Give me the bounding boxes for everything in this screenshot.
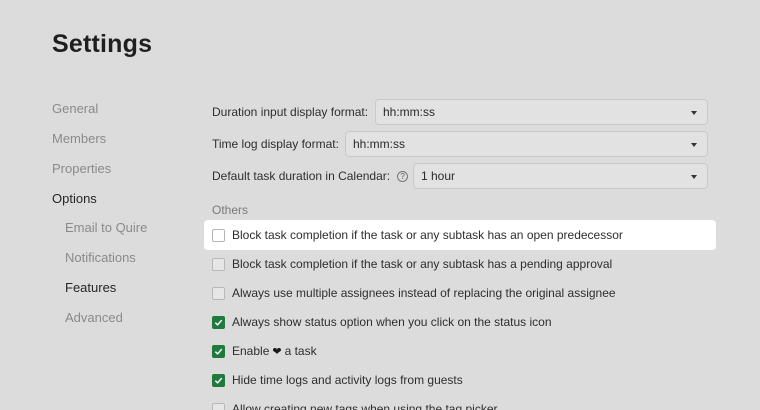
option-label-after: a task <box>284 344 317 358</box>
sidebar-item-email-to-quire[interactable]: Email to Quire <box>65 220 147 235</box>
sidebar-item-properties[interactable]: Properties <box>52 161 111 176</box>
checkbox-checked[interactable] <box>212 373 225 387</box>
others-section-label: Others <box>212 203 249 217</box>
option-label-before: Enable <box>232 344 270 358</box>
chevron-down-icon <box>691 143 697 147</box>
checkbox[interactable] <box>212 402 225 410</box>
option-label: Hide time logs and activity logs from gu… <box>232 373 463 387</box>
sidebar-item-options[interactable]: Options <box>52 191 97 206</box>
option-label: Always use multiple assignees instead of… <box>232 286 616 300</box>
default-duration-label: Default task duration in Calendar: <box>212 169 391 183</box>
checkmark-icon <box>214 348 223 355</box>
default-duration-value: 1 hour <box>421 169 456 183</box>
duration-format-label: Duration input display format: <box>212 105 369 119</box>
checkmark-icon <box>214 377 223 384</box>
checkbox[interactable] <box>212 257 225 271</box>
option-hide-time-logs[interactable]: Hide time logs and activity logs from gu… <box>204 365 716 395</box>
default-duration-row: Default task duration in Calendar: ? <box>212 163 409 189</box>
checkbox[interactable] <box>212 228 225 242</box>
duration-format-value: hh:mm:ss <box>383 105 436 119</box>
option-block-pending-approval[interactable]: Block task completion if the task or any… <box>204 249 716 279</box>
sidebar-item-general[interactable]: General <box>52 101 98 116</box>
help-icon[interactable]: ? <box>397 170 409 182</box>
checkbox-checked[interactable] <box>212 315 225 329</box>
chevron-down-icon <box>691 111 697 115</box>
option-label: Always show status option when you click… <box>232 315 552 329</box>
option-block-open-predecessor[interactable]: Block task completion if the task or any… <box>204 220 716 250</box>
option-create-tags[interactable]: Allow creating new tags when using the t… <box>204 394 716 410</box>
duration-format-select[interactable]: hh:mm:ss <box>375 99 708 125</box>
option-multiple-assignees[interactable]: Always use multiple assignees instead of… <box>204 278 716 308</box>
time-log-format-row: Time log display format: <box>212 131 339 157</box>
sidebar-item-advanced[interactable]: Advanced <box>65 310 123 325</box>
checkbox-checked[interactable] <box>212 344 225 358</box>
duration-format-row: Duration input display format: <box>212 99 368 125</box>
option-label: Block task completion if the task or any… <box>232 257 613 271</box>
chevron-down-icon <box>691 175 697 179</box>
sidebar-item-members[interactable]: Members <box>52 131 106 146</box>
option-label: Allow creating new tags when using the t… <box>232 402 498 410</box>
heart-icon: ❤ <box>272 345 282 358</box>
sidebar-item-notifications[interactable]: Notifications <box>65 250 136 265</box>
sidebar-item-features[interactable]: Features <box>65 280 116 295</box>
time-log-format-value: hh:mm:ss <box>353 137 406 151</box>
option-label: Block task completion if the task or any… <box>232 228 623 242</box>
option-enable-heart[interactable]: Enable ❤ a task <box>204 336 716 366</box>
checkbox[interactable] <box>212 286 225 300</box>
option-show-status[interactable]: Always show status option when you click… <box>204 307 716 337</box>
checkmark-icon <box>214 319 223 326</box>
default-duration-select[interactable]: 1 hour <box>413 163 708 189</box>
time-log-format-label: Time log display format: <box>212 137 339 151</box>
page-title: Settings <box>52 30 153 58</box>
time-log-format-select[interactable]: hh:mm:ss <box>345 131 708 157</box>
